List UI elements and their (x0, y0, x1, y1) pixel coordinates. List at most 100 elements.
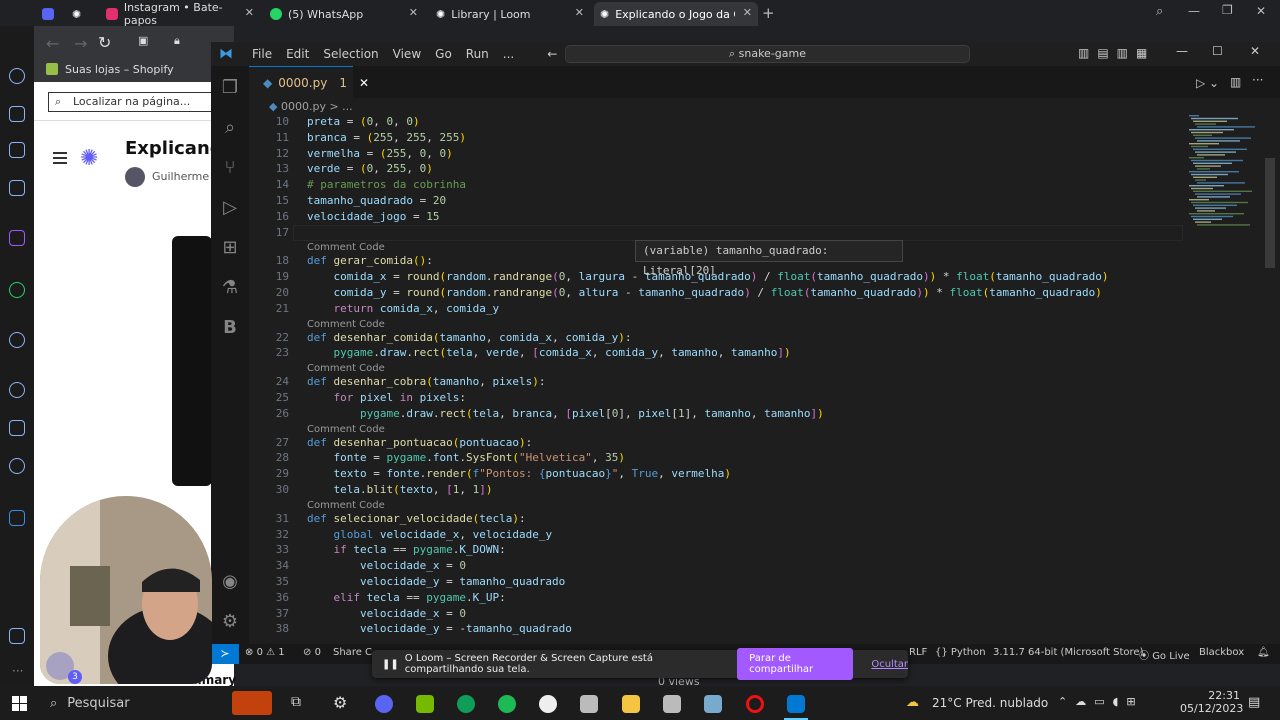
code-line[interactable]: verde = (0, 255, 0) (307, 162, 433, 175)
history-icon[interactable] (9, 382, 25, 398)
code-line[interactable]: def desenhar_cobra(tamanho, pixels): (307, 375, 545, 388)
browser-tab-instagram[interactable]: Instagram • Bate-papos ✕ (100, 1, 260, 27)
nvidia-icon[interactable] (416, 695, 434, 713)
code-line[interactable]: fonte = pygame.font.SysFont("Helvetica",… (307, 451, 625, 464)
settings-gear-icon[interactable]: ⚙ (333, 693, 347, 712)
comment-code-lens[interactable]: Comment Code (307, 500, 385, 511)
split-editor-icon[interactable]: ▥ (1230, 75, 1241, 89)
code-line[interactable]: def selecionar_velocidade(tecla): (307, 512, 526, 525)
new-tab-button[interactable]: + (762, 4, 775, 22)
code-line[interactable]: global velocidade_x, velocidade_y (307, 528, 553, 541)
testing-icon[interactable]: ⚗ (220, 278, 240, 298)
comment-code-lens[interactable]: Comment Code (307, 242, 385, 253)
vs-close-button[interactable]: ✕ (1250, 44, 1260, 58)
more-actions-icon[interactable]: ··· (1252, 73, 1263, 87)
code-line[interactable]: comida_y = round(random.randrange(0, alt… (307, 286, 1102, 299)
file-explorer-icon[interactable] (622, 695, 640, 713)
code-line[interactable]: # parametros da cobrinha (307, 178, 466, 191)
problems-indicator[interactable]: ⊗ 0 ⚠ 1 (245, 647, 285, 658)
code-line[interactable]: for pixel in pixels: (307, 391, 467, 404)
layout-toggle-icons[interactable]: ▥▤▥▦ (1078, 46, 1155, 60)
browser-tab-loom[interactable]: ✺ Library | Loom ✕ (430, 2, 590, 26)
code-line[interactable]: pygame.draw.rect(tela, verde, [comida_x,… (307, 346, 791, 359)
blackbox-icon[interactable]: B (220, 318, 240, 338)
account-icon[interactable]: ◉ (220, 572, 240, 592)
settings-icon[interactable] (9, 458, 25, 474)
windows-start-icon[interactable] (12, 696, 27, 711)
menu-file[interactable]: File (245, 47, 279, 61)
breadcrumb[interactable]: ◆ 0000.py > ... (249, 98, 1149, 116)
nav-back-icon[interactable]: ← (547, 47, 557, 61)
browser-tab[interactable] (36, 2, 64, 26)
box-icon[interactable] (9, 420, 25, 436)
command-center-search[interactable]: ⌕ snake-game (565, 45, 970, 63)
weather-text[interactable]: 21°C Pred. nublado (932, 696, 1048, 710)
hide-link[interactable]: Ocultar (871, 659, 908, 670)
explorer-icon[interactable]: ❐ (220, 78, 240, 98)
search-icon[interactable]: ⌕ (220, 118, 240, 138)
tab-0000-py[interactable]: ◆ 0000.py 1 ✕ (249, 66, 369, 98)
run-debug-icon[interactable]: ▷ (220, 198, 240, 218)
close-icon[interactable]: ✕ (575, 6, 584, 19)
forward-icon[interactable]: → (74, 34, 87, 53)
opera-icon[interactable] (746, 695, 764, 713)
player-icon[interactable] (9, 332, 25, 348)
notification-center-icon[interactable]: ▤ (1248, 695, 1260, 710)
code-line[interactable]: velocidade_y = -tamanho_quadrado (307, 622, 572, 635)
code-line[interactable]: return comida_x, comida_y (307, 302, 500, 315)
code-line[interactable]: velocidade_x = 0 (307, 559, 466, 572)
vs-maximize-button[interactable]: ☐ (1212, 44, 1223, 58)
code-editor[interactable]: 10 preta = (0, 0, 0) 11 branca = (255, 255,… (249, 115, 1189, 644)
minimize-button[interactable]: — (1188, 4, 1200, 18)
twitch-icon[interactable] (9, 142, 25, 158)
notifications-icon[interactable]: 🔔︎ (1257, 647, 1270, 658)
clock[interactable]: 22:31 05/12/2023 (1180, 689, 1243, 715)
comment-code-lens[interactable]: Comment Code (307, 319, 385, 330)
code-line[interactable]: preta = (0, 0, 0) (307, 115, 420, 128)
code-line[interactable]: texto = fonte.render(f"Pontos: {pontuaca… (307, 467, 731, 480)
restore-button[interactable]: ❐ (1222, 3, 1233, 17)
scrollbar-thumb[interactable] (1265, 158, 1275, 268)
ports-indicator[interactable]: ⊘ 0 (303, 647, 321, 658)
stop-sharing-button[interactable]: Parar de compartilhar (737, 648, 854, 680)
code-line[interactable]: velocidade_jogo = 15 (307, 210, 439, 223)
github-icon[interactable] (539, 695, 557, 713)
system-tray-icons[interactable]: ⌃☁▭◖⊞ (1058, 695, 1144, 708)
code-line[interactable]: tela.blit(texto, [1, 1]) (307, 483, 493, 496)
find-in-page-input[interactable]: ⌕ Localizar na página... (48, 92, 218, 112)
gear-icon[interactable]: ⚙ (220, 612, 240, 632)
whatsapp-icon[interactable] (9, 282, 25, 298)
app-icon[interactable] (9, 510, 25, 526)
code-line[interactable]: tamanho_quadrado = 20 (307, 194, 446, 207)
menu-selection[interactable]: Selection (316, 47, 385, 61)
go-live-button[interactable]: ⦿ Go Live (1139, 647, 1190, 662)
close-icon[interactable]: ✕ (409, 6, 418, 19)
language-mode[interactable]: {} Python (935, 647, 986, 658)
bag-icon[interactable] (9, 106, 25, 122)
browser-tab-whatsapp[interactable]: (5) WhatsApp ✕ (264, 2, 424, 26)
code-line[interactable]: def desenhar_pontuacao(pontuacao): (307, 436, 532, 449)
menu-go[interactable]: Go (428, 47, 459, 61)
code-line[interactable]: def gerar_comida(): (307, 254, 433, 267)
browser-tab[interactable]: ✺ (66, 2, 96, 26)
blackbox-status[interactable]: Blackbox (1199, 647, 1244, 658)
comment-code-lens[interactable]: Comment Code (307, 363, 385, 374)
close-icon[interactable]: ✕ (245, 6, 254, 19)
discord-icon[interactable] (375, 695, 393, 713)
edge-icon[interactable] (457, 695, 475, 713)
extensions-icon[interactable] (9, 628, 25, 644)
vs-minimize-button[interactable]: — (1176, 44, 1188, 58)
code-line[interactable]: velocidade_x = 0 (307, 607, 466, 620)
app-icon[interactable] (580, 695, 598, 713)
calculator-icon[interactable] (663, 695, 681, 713)
menu-view[interactable]: View (386, 47, 428, 61)
task-view-icon[interactable]: ⧉ (291, 694, 301, 710)
remote-indicator[interactable]: ≻ (211, 644, 239, 664)
close-window-button[interactable]: ✕ (1256, 4, 1266, 18)
code-line[interactable]: vermelha = (255, 0, 0) (307, 147, 453, 160)
bookmark-shopify[interactable]: Suas lojas – Shopify (65, 63, 174, 76)
run-file-icon[interactable]: ▷ ⌄ (1196, 76, 1219, 90)
code-line[interactable]: if tecla == pygame.K_DOWN: (307, 543, 506, 556)
app-icon-2[interactable] (704, 695, 722, 713)
speed-dial-icon[interactable] (9, 68, 25, 84)
